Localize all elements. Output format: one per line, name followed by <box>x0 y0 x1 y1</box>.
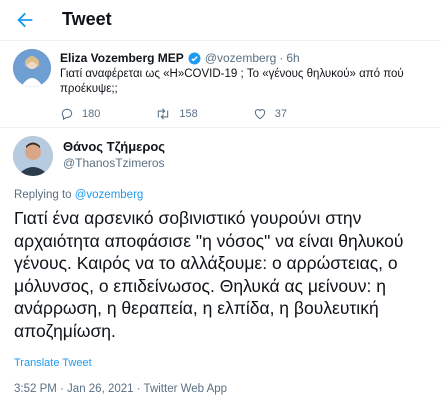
retweet-icon <box>158 108 169 120</box>
replying-mention-link[interactable]: @vozemberg <box>75 189 144 201</box>
quoted-timestamp[interactable]: 6h <box>286 51 299 65</box>
tweet-author: Θάνος Τζήμερος @ThanosTzimeros <box>0 128 441 183</box>
author-handle[interactable]: @ThanosTzimeros <box>63 156 165 170</box>
separator-dot: · <box>279 51 284 65</box>
replying-prefix: Replying to <box>14 189 75 201</box>
verified-badge-icon <box>188 52 201 64</box>
back-arrow-icon[interactable] <box>14 9 36 31</box>
reply-icon <box>61 108 73 121</box>
author-name[interactable]: Θάνος Τζήμερος <box>63 139 165 154</box>
avatar[interactable] <box>13 49 51 87</box>
page-title: Tweet <box>62 9 112 29</box>
retweet-count: 158 <box>179 108 198 120</box>
quoted-author-name[interactable]: Eliza Vozemberg MEP <box>60 51 184 65</box>
quoted-actions: 180 158 37 <box>60 107 342 121</box>
tweet-text: Γιατί ένα αρσενικό σοβινιστικό γουρούνι … <box>14 208 404 341</box>
quoted-tweet-text: Γιατί αναφέρεται ως «Η»COVID-19 ; Το «γέ… <box>60 68 404 95</box>
reply-button[interactable]: 180 <box>60 107 100 121</box>
top-bar: Tweet <box>0 0 441 40</box>
quoted-author-handle[interactable]: @vozemberg <box>205 51 277 65</box>
heart-icon <box>254 109 265 120</box>
like-count: 37 <box>274 108 287 120</box>
replying-to: Replying to @vozemberg <box>14 189 143 201</box>
reply-count: 180 <box>82 108 101 120</box>
retweet-button[interactable]: 158 <box>155 107 198 121</box>
like-button[interactable]: 37 <box>253 107 287 121</box>
avatar[interactable] <box>13 136 53 176</box>
translate-tweet-link[interactable]: Translate Tweet <box>14 357 92 369</box>
quoted-tweet[interactable]: Eliza Vozemberg MEP @vozemberg · 6h Γιατ… <box>0 40 441 128</box>
quoted-author-row: Eliza Vozemberg MEP @vozemberg · 6h <box>60 51 300 65</box>
tweet-metadata: 3:52 PM · Jan 26, 2021 · Twitter Web App <box>14 383 228 395</box>
